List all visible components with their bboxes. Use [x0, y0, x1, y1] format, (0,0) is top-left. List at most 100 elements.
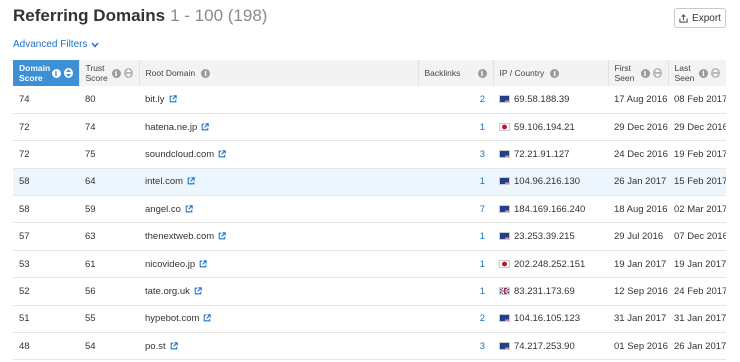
- backlinks-cell[interactable]: 3: [418, 140, 493, 169]
- root-domain-cell[interactable]: intel.com: [139, 168, 418, 197]
- external-link-icon[interactable]: [201, 122, 210, 131]
- sort-icon[interactable]: [652, 68, 662, 78]
- table-header-row: Domain Score i Trust Score i Root Domain…: [13, 60, 726, 86]
- backlinks-cell[interactable]: 1: [418, 222, 493, 251]
- backlinks-cell[interactable]: 1: [418, 250, 493, 279]
- root-domain-link[interactable]: nicovideo.jp: [145, 259, 195, 270]
- root-domain-cell[interactable]: soundcloud.com: [139, 140, 418, 169]
- root-domain-cell[interactable]: hypebot.com: [139, 305, 418, 334]
- sort-icon[interactable]: [63, 68, 73, 78]
- table-row: 72 75 soundcloud.com 3 72.21.91.127 24 D…: [13, 140, 726, 169]
- last-seen-cell: 02 Mar 2017: [668, 195, 726, 224]
- root-domain-cell[interactable]: po.st: [139, 332, 418, 361]
- root-domain-link[interactable]: bit.ly: [145, 94, 165, 105]
- table-row: 48 54 po.st 3 74.217.253.90 01 Sep 2016 …: [13, 332, 726, 361]
- root-domain-cell[interactable]: angel.co: [139, 195, 418, 224]
- domain-score-cell: 74: [13, 86, 79, 114]
- column-last-seen[interactable]: Last Seen i: [667, 60, 726, 86]
- export-button[interactable]: Export: [674, 8, 726, 28]
- root-domain-link[interactable]: hypebot.com: [145, 313, 199, 324]
- ip-country-cell: 104.96.216.130: [493, 168, 608, 197]
- last-seen-cell: 24 Feb 2017: [668, 277, 726, 306]
- column-first-seen[interactable]: First Seen i: [607, 60, 668, 86]
- root-domain-cell[interactable]: tate.org.uk: [139, 277, 418, 306]
- backlinks-cell[interactable]: 2: [418, 305, 493, 334]
- root-domain-link[interactable]: hatena.ne.jp: [145, 122, 197, 133]
- table-row: 58 59 angel.co 7 184.169.166.240 18 Aug …: [13, 195, 726, 224]
- column-ip-country[interactable]: IP / Country i: [492, 60, 608, 86]
- root-domain-cell[interactable]: bit.ly: [139, 86, 418, 114]
- root-domain-cell[interactable]: thenextweb.com: [139, 222, 418, 251]
- page-title: Referring Domains: [13, 6, 166, 25]
- first-seen-cell: 31 Jan 2017: [608, 305, 668, 334]
- external-link-icon[interactable]: [169, 95, 177, 103]
- root-domain-link[interactable]: angel.co: [145, 204, 181, 215]
- trust-score-cell: 63: [79, 222, 139, 251]
- domain-score-cell: 48: [13, 332, 79, 361]
- column-domain-score[interactable]: Domain Score i: [13, 60, 79, 86]
- backlinks-cell[interactable]: 1: [418, 277, 493, 306]
- root-domain-link[interactable]: intel.com: [145, 176, 183, 187]
- domain-score-cell: 53: [13, 250, 79, 279]
- column-backlinks[interactable]: Backlinks i: [417, 60, 493, 86]
- info-icon[interactable]: i: [550, 68, 560, 78]
- external-link-icon[interactable]: [194, 287, 202, 295]
- advanced-filters-toggle[interactable]: Advanced Filters: [13, 39, 100, 50]
- domain-score-cell: 51: [13, 305, 79, 334]
- external-link-icon[interactable]: [170, 341, 178, 350]
- last-seen-cell: 26 Jan 2017: [668, 332, 726, 361]
- ip-country-cell: 83.231.173.69: [493, 277, 608, 306]
- flag-us-icon: [499, 232, 510, 241]
- info-icon[interactable]: i: [699, 68, 708, 78]
- backlinks-cell[interactable]: 3: [418, 332, 493, 361]
- column-trust-score[interactable]: Trust Score i: [78, 60, 139, 86]
- last-seen-cell: 15 Feb 2017: [668, 168, 726, 197]
- external-link-icon[interactable]: [187, 177, 195, 185]
- result-range: 1 - 100 (198): [170, 6, 268, 25]
- page-header: Referring Domains 1 - 100 (198): [13, 6, 267, 30]
- last-seen-cell: 19 Feb 2017: [668, 140, 726, 169]
- info-icon[interactable]: i: [201, 68, 211, 78]
- table-row: 53 61 nicovideo.jp 1 202.248.252.151 19 …: [13, 250, 726, 279]
- backlinks-cell[interactable]: 2: [418, 86, 493, 114]
- ip-country-cell: 59.106.194.21: [493, 113, 608, 142]
- root-domain-link[interactable]: soundcloud.com: [145, 149, 214, 160]
- last-seen-cell: 31 Jan 2017: [668, 305, 726, 334]
- root-domain-cell[interactable]: hatena.ne.jp: [139, 113, 418, 142]
- first-seen-cell: 12 Sep 2016: [608, 277, 668, 306]
- backlinks-cell[interactable]: 7: [418, 195, 493, 224]
- trust-score-cell: 56: [79, 277, 139, 306]
- trust-score-cell: 75: [79, 140, 139, 169]
- trust-score-cell: 59: [79, 195, 139, 224]
- backlinks-cell[interactable]: 1: [418, 168, 493, 197]
- external-link-icon[interactable]: [218, 232, 226, 240]
- external-link-icon[interactable]: [199, 259, 207, 268]
- sort-icon[interactable]: [123, 68, 133, 78]
- external-link-icon[interactable]: [185, 205, 193, 213]
- root-domain-link[interactable]: tate.org.uk: [145, 286, 190, 297]
- flag-us-icon: [499, 94, 510, 103]
- info-icon[interactable]: i: [640, 68, 650, 78]
- root-domain-link[interactable]: po.st: [145, 341, 166, 352]
- info-icon[interactable]: i: [111, 68, 121, 78]
- domain-score-cell: 58: [13, 168, 79, 197]
- info-icon[interactable]: i: [51, 68, 61, 78]
- column-root-domain[interactable]: Root Domain i: [138, 60, 418, 86]
- ip-country-cell: 202.248.252.151: [493, 250, 608, 279]
- info-icon[interactable]: i: [477, 68, 487, 78]
- root-domain-cell[interactable]: nicovideo.jp: [139, 250, 418, 279]
- sort-icon[interactable]: [711, 68, 720, 78]
- external-link-icon[interactable]: [218, 150, 226, 158]
- root-domain-link[interactable]: thenextweb.com: [145, 231, 214, 242]
- first-seen-cell: 29 Jul 2016: [608, 222, 668, 251]
- table-row: 52 56 tate.org.uk 1 83.231.173.69 12 Sep…: [13, 277, 726, 306]
- flag-us-icon: [499, 149, 510, 158]
- trust-score-cell: 61: [79, 250, 139, 279]
- ip-country-cell: 23.253.39.215: [493, 222, 608, 251]
- table-row: 72 74 hatena.ne.jp 1 59.106.194.21 29 De…: [13, 113, 726, 142]
- backlinks-cell[interactable]: 1: [418, 113, 493, 142]
- flag-jp-icon: [499, 259, 510, 268]
- trust-score-cell: 80: [79, 86, 139, 114]
- advanced-filters-label: Advanced Filters: [13, 39, 88, 50]
- external-link-icon[interactable]: [203, 314, 212, 322]
